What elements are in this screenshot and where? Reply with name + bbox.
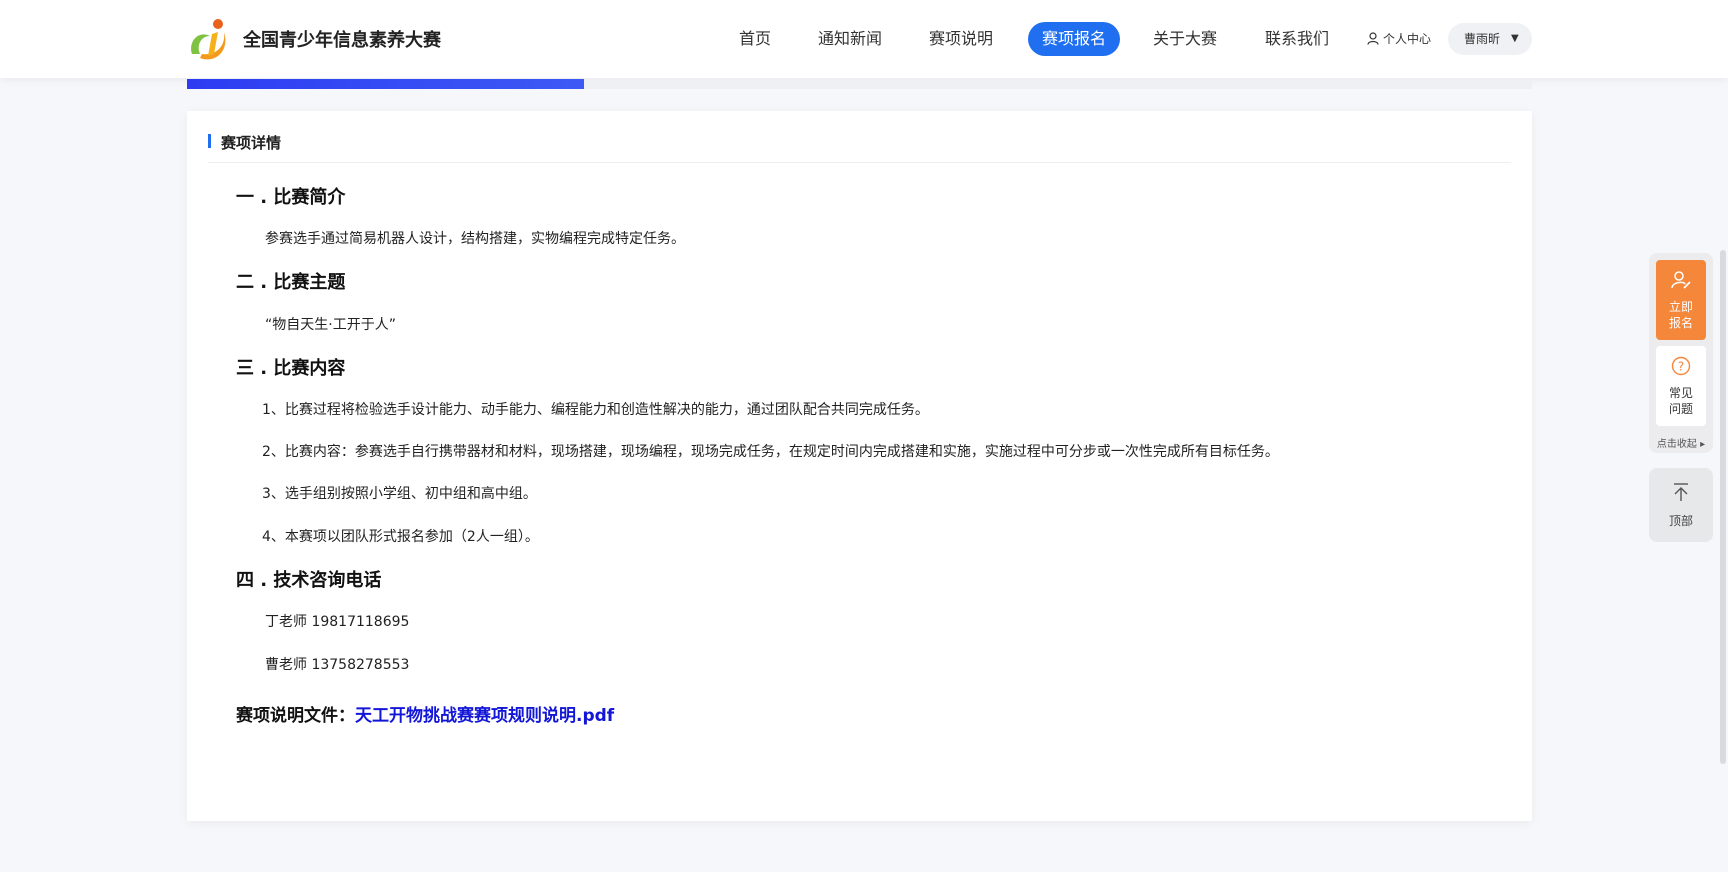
svg-text:?: ? bbox=[1678, 360, 1684, 374]
question-icon: ? bbox=[1671, 356, 1691, 376]
rules-pdf-link[interactable]: 天工开物挑战赛赛项规则说明.pdf bbox=[355, 706, 614, 726]
collapse-panel-button[interactable]: 点击收起 ▸ bbox=[1649, 435, 1713, 450]
faq-button[interactable]: ? 常见 问题 bbox=[1656, 346, 1706, 426]
back-to-top-label: 顶部 bbox=[1668, 514, 1693, 528]
user-center-link[interactable]: 个人中心 bbox=[1367, 22, 1431, 56]
content-item: 4、本赛项以团队形式报名参加（2人一组）。 bbox=[262, 529, 539, 545]
content-item: 2、比赛内容：参赛选手自行携带器材和材料，现场搭建，现场编程，现场完成任务，在规… bbox=[262, 444, 1279, 460]
site-logo[interactable] bbox=[186, 14, 234, 64]
heading-content: 三 . 比赛内容 bbox=[236, 358, 346, 379]
signup-label-1: 立即 bbox=[1668, 300, 1693, 314]
faq-label-1: 常见 bbox=[1668, 386, 1693, 400]
theme-text: “物自天生·工开于人” bbox=[265, 317, 396, 333]
nav-contact[interactable]: 联系我们 bbox=[1265, 22, 1329, 56]
caret-right-icon: ▸ bbox=[1700, 439, 1706, 450]
collapse-label: 点击收起 bbox=[1656, 439, 1697, 450]
intro-text: 参赛选手通过简易机器人设计，结构搭建，实物编程完成特定任务。 bbox=[265, 231, 685, 247]
content-item: 1、比赛过程将检验选手设计能力、动手能力、编程能力和创造性解决的能力，通过团队配… bbox=[262, 402, 929, 418]
content-item: 3、选手组别按照小学组、初中组和高中组。 bbox=[262, 486, 537, 502]
arrow-up-icon bbox=[1674, 483, 1688, 501]
signup-label-2: 报名 bbox=[1668, 316, 1693, 330]
contact-line: 曹老师 13758278553 bbox=[265, 657, 410, 673]
nav-news[interactable]: 通知新闻 bbox=[818, 22, 882, 56]
heading-intro: 一 . 比赛简介 bbox=[236, 187, 346, 208]
contact-line: 丁老师 19817118695 bbox=[265, 614, 410, 630]
user-center-label: 个人中心 bbox=[1383, 32, 1432, 46]
section-accent-bar bbox=[208, 134, 211, 148]
user-name: 曹雨昕 bbox=[1464, 32, 1501, 46]
detail-card: 赛项详情 一 . 比赛简介 参赛选手通过简易机器人设计，结构搭建，实物编程完成特… bbox=[187, 111, 1532, 821]
site-title[interactable]: 全国青少年信息素养大赛 bbox=[243, 26, 441, 52]
user-menu-dropdown[interactable]: 曹雨昕 ▼ bbox=[1448, 23, 1532, 55]
file-label: 赛项说明文件： bbox=[236, 706, 355, 726]
divider bbox=[208, 162, 1511, 163]
section-title: 赛项详情 bbox=[221, 134, 282, 152]
edit-user-icon bbox=[1671, 271, 1691, 289]
user-icon bbox=[1367, 32, 1379, 45]
top-navbar: 全国青少年信息素养大赛 首页 通知新闻 赛项说明 赛项报名 关于大赛 联系我们 … bbox=[0, 0, 1728, 78]
file-line: 赛项说明文件：天工开物挑战赛赛项规则说明.pdf bbox=[236, 701, 614, 726]
page-scrollbar[interactable] bbox=[1720, 250, 1726, 764]
faq-label-2: 问题 bbox=[1668, 402, 1693, 416]
nav-event-signup[interactable]: 赛项报名 bbox=[1028, 22, 1121, 56]
caret-down-icon: ▼ bbox=[1511, 33, 1519, 44]
nav-event-info[interactable]: 赛项说明 bbox=[929, 22, 993, 56]
floating-action-panel: 立即 报名 ? 常见 问题 点击收起 ▸ bbox=[1649, 253, 1713, 453]
progress-fill bbox=[187, 79, 584, 89]
nav-about[interactable]: 关于大赛 bbox=[1153, 22, 1217, 56]
nav-home[interactable]: 首页 bbox=[739, 22, 771, 56]
quick-signup-button[interactable]: 立即 报名 bbox=[1656, 260, 1706, 340]
progress-track bbox=[187, 79, 1532, 89]
heading-contact: 四 . 技术咨询电话 bbox=[236, 570, 382, 591]
back-to-top-button[interactable]: 顶部 bbox=[1649, 468, 1713, 542]
heading-theme: 二 . 比赛主题 bbox=[236, 272, 346, 293]
